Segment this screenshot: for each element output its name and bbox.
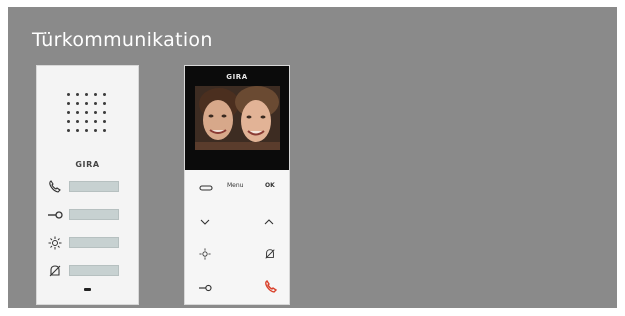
call-row <box>47 180 132 194</box>
door-opener-button[interactable] <box>69 209 119 220</box>
key-icon[interactable] <box>197 282 213 294</box>
page-title: Türkommunikation <box>32 29 213 51</box>
call-button[interactable] <box>69 181 119 192</box>
light-row <box>47 236 132 250</box>
menu-button[interactable]: Menu <box>227 182 243 194</box>
ok-button[interactable]: OK <box>265 182 275 194</box>
mute-button[interactable] <box>69 265 119 276</box>
status-led <box>84 288 91 291</box>
hangup-icon[interactable] <box>263 280 279 294</box>
video-door-station: GIRA Menu OK <box>184 65 290 305</box>
link-icon[interactable] <box>199 182 213 194</box>
mute-row <box>47 264 132 278</box>
brand-logo: GIRA <box>75 160 100 169</box>
light-icon <box>48 236 62 250</box>
bell-off-icon <box>49 265 61 277</box>
light-icon[interactable] <box>198 248 212 260</box>
arrow-down-icon[interactable] <box>199 216 211 228</box>
light-button[interactable] <box>69 237 119 248</box>
audio-door-station: GIRA <box>36 65 139 305</box>
camera-image <box>195 86 280 150</box>
door-opener-row <box>47 208 132 222</box>
product-panel: Türkommunikation GIRA GIRA Menu OK <box>8 7 617 308</box>
display-bezel: GIRA <box>185 66 289 170</box>
call-icon <box>49 180 61 193</box>
arrow-up-icon[interactable] <box>263 216 275 228</box>
speaker-grille <box>67 93 111 137</box>
bell-off-icon[interactable] <box>263 248 277 260</box>
key-icon <box>48 211 63 219</box>
brand-logo: GIRA <box>226 73 248 81</box>
